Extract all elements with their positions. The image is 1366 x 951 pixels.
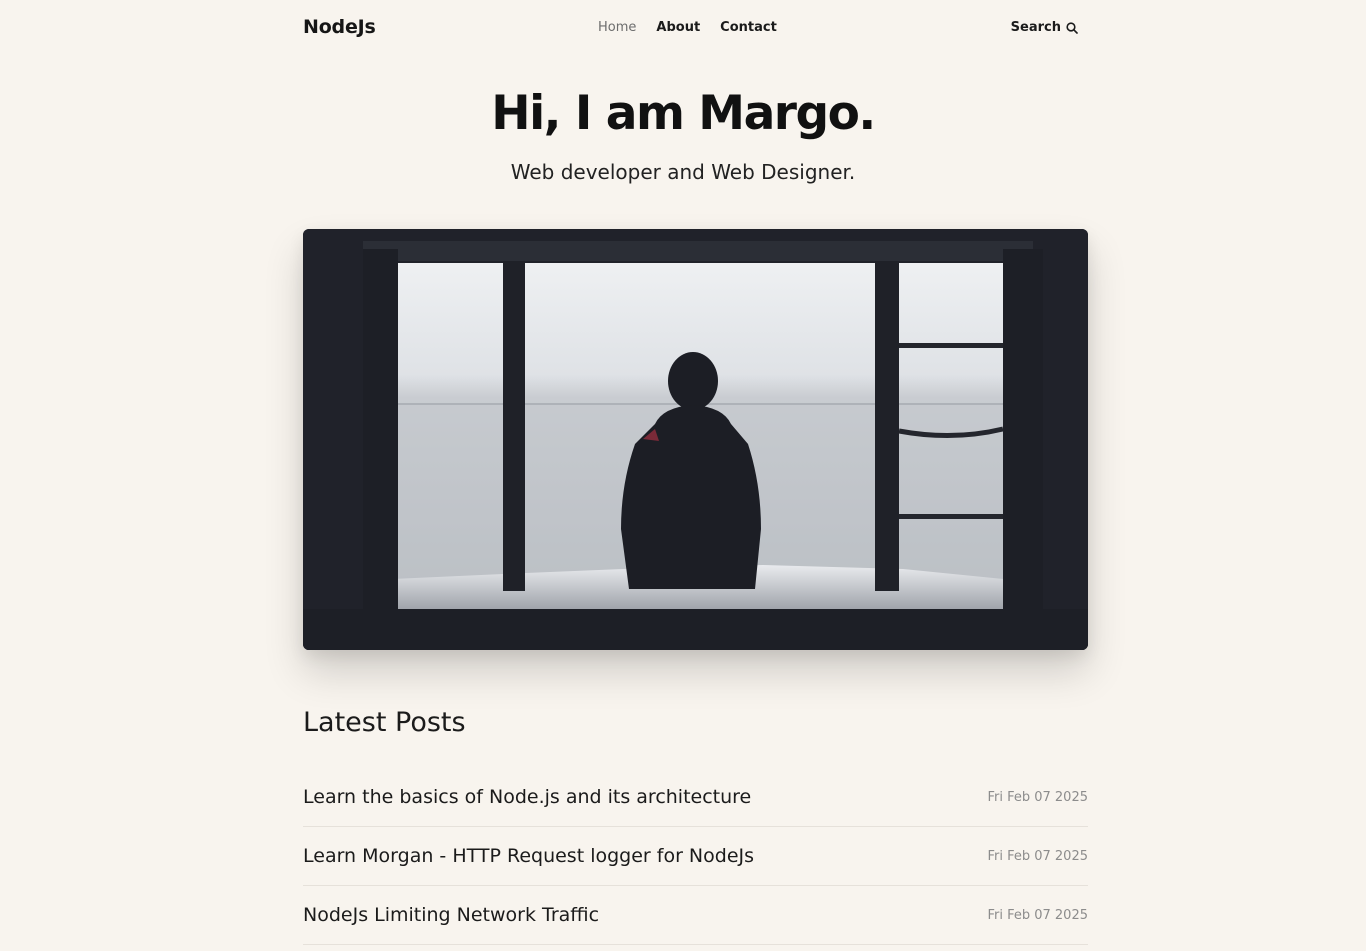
search-button[interactable]: Search <box>1011 20 1078 35</box>
post-item[interactable]: Learn Morgan - HTTP Request logger for N… <box>303 827 1088 886</box>
site-logo[interactable]: NodeJs <box>303 16 376 38</box>
post-date: Fri Feb 07 2025 <box>987 790 1088 805</box>
latest-posts-heading: Latest Posts <box>303 707 466 738</box>
hero-photo <box>303 229 1088 650</box>
page: NodeJs Home About Contact Search Hi, I a… <box>0 0 1366 951</box>
post-title[interactable]: Learn Morgan - HTTP Request logger for N… <box>303 845 754 867</box>
search-icon <box>1066 21 1078 34</box>
post-date: Fri Feb 07 2025 <box>987 908 1088 923</box>
main-nav: Home About Contact <box>598 20 777 35</box>
nav-contact[interactable]: Contact <box>720 20 777 35</box>
post-date: Fri Feb 07 2025 <box>987 849 1088 864</box>
nav-home[interactable]: Home <box>598 20 636 35</box>
hero-title: Hi, I am Margo. <box>491 86 876 141</box>
post-item[interactable]: Learn the basics of Node.js and its arch… <box>303 768 1088 827</box>
nav-about[interactable]: About <box>656 20 700 35</box>
post-list: Learn the basics of Node.js and its arch… <box>303 768 1088 945</box>
hero-photo-illustration <box>303 229 1088 650</box>
post-item[interactable]: NodeJs Limiting Network Traffic Fri Feb … <box>303 886 1088 945</box>
post-title[interactable]: NodeJs Limiting Network Traffic <box>303 904 599 926</box>
hero-subtitle: Web developer and Web Designer. <box>510 160 856 184</box>
post-title[interactable]: Learn the basics of Node.js and its arch… <box>303 786 751 808</box>
site-header: NodeJs Home About Contact Search <box>303 12 1088 44</box>
search-label: Search <box>1010 20 1061 35</box>
